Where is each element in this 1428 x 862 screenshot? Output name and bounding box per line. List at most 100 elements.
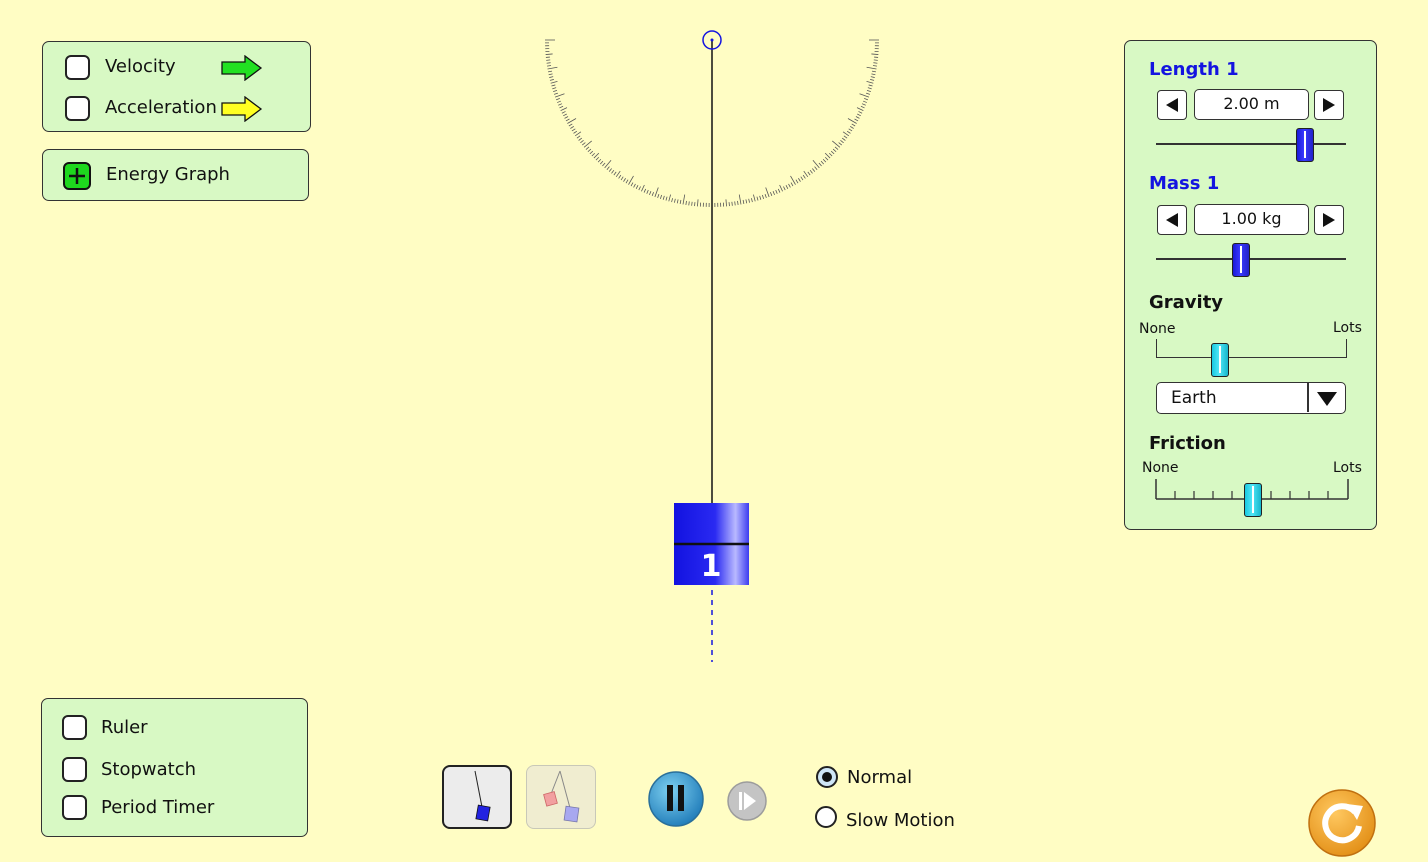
friction-slider-thumb[interactable] [1244,483,1262,517]
protractor-tick [834,146,839,150]
protractor-tick [748,198,750,203]
mass-slider-track[interactable] [1156,258,1346,260]
protractor-tick [745,199,748,204]
protractor-tick [608,168,612,172]
protractor-tick [761,194,764,199]
protractor-tick [573,130,578,134]
protractor-tick [800,176,804,181]
length-increase-button[interactable] [1314,90,1344,120]
protractor-tick [552,87,557,90]
protractor-tick [824,152,831,159]
normal-speed-radio[interactable] [816,766,838,788]
protractor-tick [546,65,552,67]
protractor-tick [564,116,569,119]
protractor-tick [613,171,617,176]
protractor-tick [871,70,877,73]
protractor-tick [685,200,687,206]
protractor-tick [859,93,870,98]
protractor-tick [554,93,565,98]
protractor-tick [807,171,811,176]
length-slider-thumb[interactable] [1296,128,1314,162]
protractor-tick [851,123,856,127]
protractor-tick [560,107,568,111]
period-timer-label: Period Timer [101,797,215,818]
protractor-tick [775,189,778,194]
two-pendulums-button[interactable] [526,765,596,829]
step-button[interactable] [726,780,768,822]
protractor-tick [599,160,604,165]
protractor-tick [795,179,799,184]
protractor-tick [738,194,742,205]
length-decrease-button[interactable] [1157,90,1187,120]
acceleration-checkbox[interactable] [65,96,90,121]
protractor-tick [620,176,624,181]
protractor-tick [555,98,560,101]
gravity-dropdown[interactable]: Earth [1156,382,1346,414]
protractor-tick [604,160,612,169]
protractor-tick [857,113,861,117]
protractor-tick [734,201,736,206]
protractor-tick [635,185,639,189]
period-timer-checkbox[interactable] [62,795,87,820]
protractor-tick [665,196,668,201]
protractor-tick [550,81,558,84]
protractor-tick [557,100,562,103]
protractor-tick [549,79,554,81]
protractor-tick [812,168,816,172]
protractor-tick [866,81,874,84]
reset-button[interactable] [1307,788,1377,858]
left-arrow-icon [1166,213,1178,227]
protractor-tick [777,188,781,193]
protractor-tick [870,79,875,81]
protractor-tick [841,137,846,141]
protractor-tick [872,65,878,67]
protractor-tick [809,169,813,174]
protractor-tick [737,200,739,206]
protractor-tick [591,152,596,157]
protractor-tick [866,66,877,70]
acceleration-arrow-icon [221,96,263,122]
mass-slider-thumb[interactable] [1232,243,1250,277]
ruler-checkbox[interactable] [62,715,87,740]
protractor-tick [838,142,843,146]
protractor-tick [864,98,869,101]
protractor-tick [641,184,645,192]
protractor-tick [802,174,806,179]
pendulum-bob[interactable]: 1 [674,503,749,585]
protractor-tick [871,53,879,55]
protractor-tick [862,100,867,103]
protractor-tick [602,162,606,167]
right-arrow-icon [1323,98,1335,112]
velocity-label: Velocity [105,56,176,77]
protractor-tick [832,140,841,148]
protractor-tick [788,183,791,188]
protractor-tick [581,142,586,146]
one-pendulum-button[interactable] [442,765,512,829]
protractor-tick [848,128,853,132]
protractor-tick [571,128,576,132]
bob-label: 1 [701,549,722,584]
control-panel: Length 1 2.00 m Mass 1 1.00 kg Gravity N… [1124,40,1377,530]
protractor-tick [547,66,558,70]
protractor-tick [589,150,594,155]
length-value-field[interactable]: 2.00 m [1194,89,1309,120]
protractor-tick [753,194,756,202]
gravity-slider-thumb[interactable] [1211,343,1229,377]
protractor-tick [593,152,600,159]
pause-button[interactable] [647,770,705,828]
protractor-tick [866,89,871,92]
plus-icon[interactable] [63,162,91,190]
length-slider-track[interactable] [1156,143,1346,145]
mass-decrease-button[interactable] [1157,205,1187,235]
gravity-slider-track[interactable] [1156,339,1347,358]
protractor-tick [651,192,654,197]
protractor-tick [633,183,636,188]
mass-increase-button[interactable] [1314,205,1344,235]
velocity-checkbox[interactable] [65,55,90,80]
energy-graph-panel[interactable]: Energy Graph [42,149,309,201]
protractor-tick [697,199,699,207]
stopwatch-checkbox[interactable] [62,757,87,782]
slow-motion-radio[interactable] [815,806,837,828]
protractor-tick [759,195,762,200]
mass-value-field[interactable]: 1.00 kg [1194,204,1309,235]
